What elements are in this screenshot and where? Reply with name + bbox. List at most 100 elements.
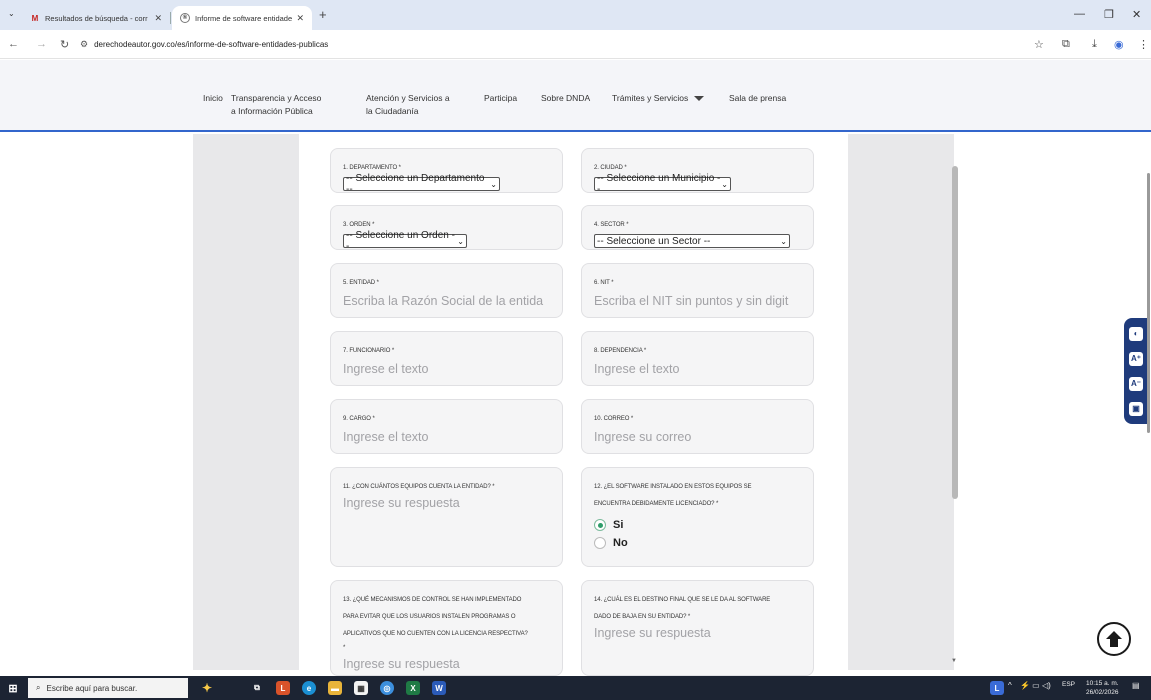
equipos-input[interactable]: Ingrese su respuesta — [343, 496, 550, 510]
page-scrollbar-thumb[interactable] — [1147, 173, 1150, 433]
address-bar: ← → ↻ ⚙ derechodeautor.gov.co/es/informe… — [0, 30, 1151, 59]
app-l-tray-icon[interactable]: L — [990, 681, 1004, 695]
word-icon[interactable]: W — [432, 681, 446, 695]
nav-tramites[interactable]: Trámites y Servicios — [612, 92, 705, 105]
nav-participa[interactable]: Participa — [484, 92, 517, 105]
site-header: Inicio Transparencia y Acceso a Informaci… — [0, 60, 1151, 132]
nit-input[interactable]: Escriba el NIT sin puntos y sin digit — [594, 294, 801, 308]
font-decrease-icon[interactable]: A⁻ — [1129, 376, 1143, 391]
forward-icon[interactable]: → — [36, 38, 47, 50]
tab-gmail[interactable]: M Resultados de búsqueda - corr ✕ — [22, 6, 170, 30]
destino-field: 14. ¿CUÁL ES EL DESTINO FINAL QUE SE LE … — [581, 580, 814, 676]
tray-chevron-icon[interactable]: ^ — [1008, 681, 1012, 690]
site-icon: ® — [180, 13, 190, 23]
reload-icon[interactable]: ↻ — [60, 38, 69, 51]
font-increase-icon[interactable]: A⁺ — [1129, 351, 1143, 366]
cargo-input[interactable]: Ingrese el texto — [343, 430, 550, 444]
right-gutter — [848, 134, 954, 670]
field-label: 13. ¿QUÉ MECANISMOS DE CONTROL SE HAN IM… — [343, 597, 522, 603]
inner-scrollbar-thumb[interactable] — [952, 166, 958, 499]
excel-icon[interactable]: X — [406, 681, 420, 695]
tab-title: Resultados de búsqueda - corr — [45, 13, 148, 23]
app-l-icon[interactable]: L — [276, 681, 290, 695]
tab-search-icon[interactable]: ⌄ — [8, 9, 15, 18]
gmail-icon: M — [31, 13, 39, 23]
scroll-down-icon[interactable]: ▼ — [951, 658, 957, 664]
nav-sala-prensa[interactable]: Sala de prensa — [729, 92, 786, 105]
extensions-icon[interactable]: ⧉ — [1062, 38, 1070, 51]
field-label: 14. ¿CUÁL ES EL DESTINO FINAL QUE SE LE … — [594, 597, 771, 603]
entidad-field: 5. ENTIDAD * Escriba la Razón Social de … — [330, 263, 563, 318]
departamento-select[interactable]: -- Seleccione un Departamento -- ⌄ — [343, 173, 500, 195]
minimize-icon[interactable]: — — [1074, 8, 1085, 20]
back-to-top-button[interactable] — [1097, 622, 1131, 656]
file-explorer-icon[interactable]: ▬ — [328, 681, 342, 695]
field-label: 7. FUNCIONARIO * — [343, 348, 395, 354]
radio-unselected-icon[interactable] — [594, 537, 606, 549]
field-label: 10. CORREO * — [594, 416, 634, 422]
mecanismos-input[interactable]: Ingrese su respuesta — [343, 657, 550, 671]
dependencia-input[interactable]: Ingrese el texto — [594, 362, 801, 376]
windows-start-icon[interactable]: ⊞ — [6, 681, 20, 695]
field-label: * — [343, 645, 346, 651]
close-icon[interactable]: ✕ — [154, 13, 162, 24]
chrome-icon[interactable]: ◎ — [380, 681, 394, 695]
sector-field: 4. SECTOR * -- Seleccione un Sector -- ⌄ — [581, 205, 814, 250]
notification-icon[interactable]: ▤ — [1132, 681, 1140, 690]
equipos-field: 11. ¿CON CUÁNTOS EQUIPOS CUENTA LA ENTID… — [330, 467, 563, 567]
licenciado-field: 12. ¿EL SOFTWARE INSTALADO EN ESTOS EQUI… — [581, 467, 814, 567]
taskbar-search-input[interactable]: ⌕ Escribe aquí para buscar. — [28, 678, 188, 698]
chevron-down-icon: ⌄ — [780, 236, 787, 246]
destino-input[interactable]: Ingrese su respuesta — [594, 626, 801, 640]
radio-selected-icon[interactable] — [594, 519, 606, 531]
funcionario-input[interactable]: Ingrese el texto — [343, 362, 550, 376]
field-label: DADO DE BAJA EN SU ENTIDAD? * — [594, 614, 691, 620]
cargo-field: 9. CARGO * Ingrese el texto — [330, 399, 563, 454]
site-info-icon[interactable]: ⚙ — [80, 39, 88, 50]
nav-transparencia[interactable]: Transparencia y Acceso a Información Públ… — [231, 92, 321, 118]
tab-informe[interactable]: ® Informe de software entidade ✕ — [172, 6, 312, 30]
nit-field: 6. NIT * Escriba el NIT sin puntos y sin… — [581, 263, 814, 318]
close-icon[interactable]: ✕ — [296, 13, 304, 24]
correo-input[interactable]: Ingrese su correo — [594, 430, 801, 444]
radio-option-si[interactable]: Si — [594, 519, 801, 531]
radio-option-no[interactable]: No — [594, 537, 801, 549]
tray-icons[interactable]: ⚡ ▭ ◁) — [1020, 681, 1051, 690]
task-view-icon[interactable]: ⧉ — [250, 681, 264, 695]
close-window-icon[interactable]: ✕ — [1132, 8, 1141, 21]
tab-title: Informe de software entidade — [195, 13, 293, 23]
download-icon[interactable]: ⤓ — [1092, 38, 1097, 51]
clock[interactable]: 10:15 a. m. 26/02/2026 — [1086, 679, 1119, 697]
nav-inicio[interactable]: Inicio — [203, 92, 223, 105]
tab-divider — [170, 12, 171, 24]
back-icon[interactable]: ← — [8, 38, 19, 50]
ciudad-select[interactable]: -- Seleccione un Municipio -- ⌄ — [594, 173, 731, 195]
copilot-icon[interactable]: ✦ — [200, 681, 214, 695]
orden-select[interactable]: -- Seleccione un Orden -- ⌄ — [343, 230, 467, 252]
restore-icon[interactable]: ❐ — [1104, 8, 1114, 21]
mecanismos-field: 13. ¿QUÉ MECANISMOS DE CONTROL SE HAN IM… — [330, 580, 563, 676]
store-icon[interactable]: ▦ — [354, 681, 368, 695]
field-label: 11. ¿CON CUÁNTOS EQUIPOS CUENTA LA ENTID… — [343, 484, 495, 490]
field-label: APLICATIVOS QUE NO CUENTEN CON LA LICENC… — [343, 631, 528, 637]
bookmark-star-icon[interactable]: ☆ — [1034, 38, 1044, 51]
language-indicator[interactable]: ESP — [1062, 681, 1075, 688]
field-label: 4. SECTOR * — [594, 222, 629, 228]
entidad-input[interactable]: Escriba la Razón Social de la entida — [343, 294, 550, 308]
field-label: 12. ¿EL SOFTWARE INSTALADO EN ESTOS EQUI… — [594, 484, 752, 490]
chevron-down-icon: ⌄ — [457, 236, 464, 246]
url-field[interactable]: ⚙ derechodeautor.gov.co/es/informe-de-so… — [80, 34, 1020, 55]
taskbar: ⊞ ⌕ Escribe aquí para buscar. ✦ ⧉ L e ▬ … — [0, 676, 1151, 700]
menu-dots-icon[interactable]: ⋮ — [1138, 38, 1149, 51]
arrow-up-icon — [1106, 631, 1122, 647]
url-text: derechodeautor.gov.co/es/informe-de-soft… — [94, 40, 329, 49]
sector-select[interactable]: -- Seleccione un Sector -- ⌄ — [594, 234, 790, 248]
contrast-icon[interactable]: ◐ — [1129, 326, 1143, 341]
nav-sobre-dnda[interactable]: Sobre DNDA — [541, 92, 590, 105]
profile-icon[interactable]: ◉ — [1114, 38, 1124, 51]
sign-language-icon[interactable]: ▣ — [1129, 401, 1143, 416]
new-tab-button[interactable]: + — [319, 7, 327, 22]
nav-atencion[interactable]: Atención y Servicios a la Ciudadanía — [366, 92, 450, 118]
edge-icon[interactable]: e — [302, 681, 316, 695]
chevron-down-icon: ⌄ — [721, 179, 728, 189]
